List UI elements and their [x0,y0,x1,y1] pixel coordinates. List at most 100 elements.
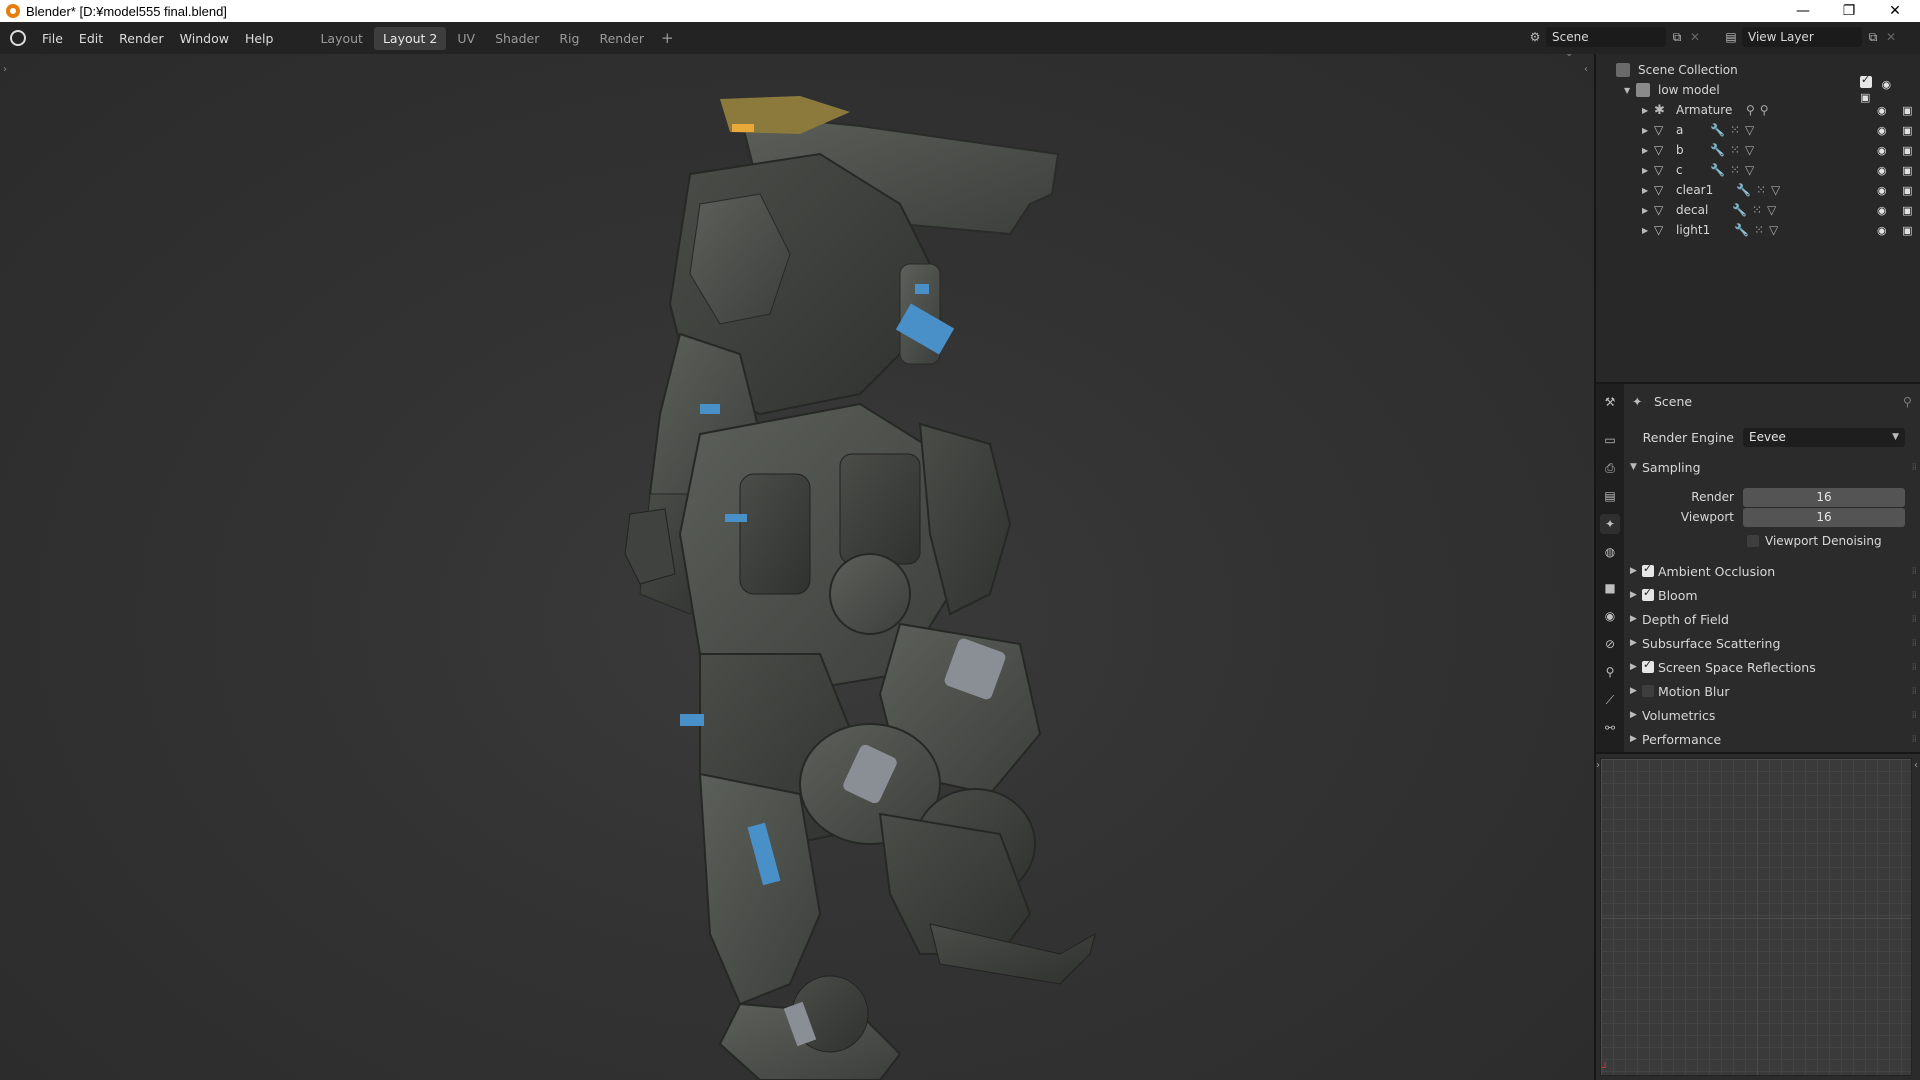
outliner-collection-low-model[interactable]: ▼ low model ◉ ▣ [1596,73,1920,104]
tool-tab-icon[interactable]: ⚒ [1600,392,1620,412]
drag-handle-icon[interactable]: ⁞⁞ [1912,614,1917,625]
drag-handle-icon[interactable]: ⁞⁞ [1912,734,1917,745]
grid-canvas[interactable] [1600,758,1912,1076]
render-samples-field[interactable]: 16 [1743,487,1905,507]
render-tab-icon[interactable]: ▭ [1600,430,1620,450]
visibility-icons[interactable]: ◉ ▣ [1877,224,1919,237]
expand-triangle-icon[interactable]: ▶ [1642,186,1648,195]
tab-rig[interactable]: Rig [550,27,588,50]
expand-triangle-icon[interactable]: ▶ [1630,590,1637,600]
panel-motion-blur[interactable]: ▶ Motion Blur ⁞⁞ [1624,680,1920,702]
minimize-button[interactable]: — [1780,0,1826,22]
pin-icon[interactable]: ⚲ [1903,394,1912,409]
drag-handle-icon[interactable]: ⁞⁞ [1912,662,1917,673]
object-data-tab-icon[interactable]: ⚲ [1600,662,1620,682]
menu-edit[interactable]: Edit [71,28,111,49]
outliner-item-b[interactable]: ▶ ▽ b 🔧⁙▽ ◉ ▣ [1596,140,1920,160]
drag-handle-icon[interactable]: ⁞⁞ [1912,590,1917,601]
visibility-icons[interactable]: ◉ ▣ [1877,204,1919,217]
panel-volumetrics[interactable]: ▶ Volumetrics ⁞⁞ [1624,704,1920,726]
bloom-checkbox[interactable] [1642,586,1654,601]
remove-scene-icon[interactable]: ✕ [1688,27,1702,47]
menu-render[interactable]: Render [111,28,172,49]
close-button[interactable]: ✕ [1872,0,1918,22]
bone-tab-icon[interactable]: ⟋ [1600,690,1620,710]
toolbar-expand-icon[interactable]: › [1596,760,1600,771]
new-view-layer-icon[interactable]: ⧉ [1862,27,1884,47]
panel-ambient-occlusion[interactable]: ▶ Ambient Occlusion ⁞⁞ [1624,560,1920,582]
collapse-triangle-icon[interactable]: ▼ [1630,462,1637,472]
drag-handle-icon[interactable]: ⁞⁞ [1912,686,1917,697]
armature-data-icons[interactable]: ⚲⚲ [1746,103,1774,117]
expand-triangle-icon[interactable]: ▶ [1642,146,1648,155]
drag-handle-icon[interactable]: ⁞⁞ [1912,710,1917,721]
visibility-icons[interactable]: ◉ ▣ [1877,184,1919,197]
visibility-icons[interactable]: ◉ ▣ [1877,164,1919,177]
modifier-icons[interactable]: 🔧⁙▽ [1734,223,1783,237]
outliner-item-light1[interactable]: ▶ ▽ light1 🔧⁙▽ ◉ ▣ [1596,220,1920,240]
remove-view-layer-icon[interactable]: ✕ [1884,27,1898,47]
view-layer-icon[interactable]: ▤ [1720,27,1742,47]
bone-constraint-tab-icon[interactable]: ⚯ [1600,718,1620,738]
menu-window[interactable]: Window [172,28,237,49]
modifier-icons[interactable]: 🔧⁙▽ [1732,203,1781,217]
outliner-item-armature[interactable]: ▶ ✱ Armature ⚲⚲ ◉ ▣ [1596,100,1920,120]
expand-triangle-icon[interactable]: ▶ [1630,638,1637,648]
expand-triangle-icon[interactable]: ▶ [1630,686,1637,696]
modifier-icons[interactable]: 🔧⁙▽ [1736,183,1785,197]
outliner-item-c[interactable]: ▶ ▽ c 🔧⁙▽ ◉ ▣ [1596,160,1920,180]
drag-handle-icon[interactable]: ⁞⁞ [1912,462,1917,473]
tab-shader[interactable]: Shader [486,27,548,50]
expand-triangle-icon[interactable]: ▶ [1642,126,1648,135]
viewport-samples-field[interactable]: 16 [1743,507,1905,527]
drag-handle-icon[interactable]: ⁞⁞ [1912,638,1917,649]
view-layer-name-field[interactable]: View Layer [1742,27,1862,47]
add-workspace-button[interactable]: + [655,29,680,47]
render-engine-select[interactable]: Eevee ▼ [1743,427,1905,447]
expand-triangle-icon[interactable]: ▶ [1630,662,1637,672]
blender-logo-icon[interactable] [10,30,26,46]
object-tab-icon[interactable]: ■ [1600,578,1620,598]
physics-tab-icon[interactable]: ◉ [1600,606,1620,626]
expand-triangle-icon[interactable]: ▶ [1630,734,1637,744]
panel-subsurface-scattering[interactable]: ▶ Subsurface Scattering ⁞⁞ [1624,632,1920,654]
menu-help[interactable]: Help [237,28,282,49]
drag-handle-icon[interactable]: ⁞⁞ [1912,566,1917,577]
ambient-occlusion-checkbox[interactable] [1642,562,1654,577]
outliner-item-a[interactable]: ▶ ▽ a 🔧⁙▽ ◉ ▣ [1596,120,1920,140]
expand-triangle-icon[interactable]: ▶ [1630,710,1637,720]
modifier-icons[interactable]: 🔧⁙▽ [1710,163,1759,177]
tab-layout[interactable]: Layout [311,27,372,50]
tab-render[interactable]: Render [590,27,653,50]
3d-viewport[interactable]: › ‹ ⌄ [0,54,1594,1080]
panel-bloom[interactable]: ▶ Bloom ⁞⁞ [1624,584,1920,606]
expand-triangle-icon[interactable]: ▶ [1642,166,1648,175]
world-tab-icon[interactable]: ◍ [1600,542,1620,562]
view-layer-tab-icon[interactable]: ▤ [1600,486,1620,506]
expand-triangle-icon[interactable]: ▶ [1630,614,1637,624]
outliner-item-decal[interactable]: ▶ ▽ decal 🔧⁙▽ ◉ ▣ [1596,200,1920,220]
new-scene-icon[interactable]: ⧉ [1666,27,1688,47]
expand-triangle-icon[interactable]: ▶ [1642,206,1648,215]
panel-depth-of-field[interactable]: ▶ Depth of Field ⁞⁞ [1624,608,1920,630]
modifier-icons[interactable]: 🔧⁙▽ [1710,123,1759,137]
panel-performance[interactable]: ▶ Performance ⁞⁞ [1624,728,1920,750]
sidebar-expand-icon[interactable]: ‹ [1914,760,1918,771]
scene-name-field[interactable]: Scene [1546,27,1666,47]
scene-icon[interactable]: ⚙ [1524,27,1546,47]
maximize-button[interactable]: ❐ [1826,0,1872,22]
visibility-icons[interactable]: ◉ ▣ [1877,124,1919,137]
visibility-icons[interactable]: ◉ ▣ [1877,104,1919,117]
ssr-checkbox[interactable] [1642,658,1654,673]
viewport-denoising-row[interactable]: Viewport Denoising [1624,530,1920,552]
viewport-denoising-checkbox[interactable] [1747,535,1759,547]
exclude-checkbox[interactable] [1860,73,1876,88]
expand-triangle-icon[interactable]: ▶ [1642,106,1648,115]
tab-layout-2[interactable]: Layout 2 [373,26,447,50]
output-tab-icon[interactable]: ⎙ [1600,458,1620,478]
scene-tab-icon[interactable]: ✦ [1600,514,1620,534]
modifier-icons[interactable]: 🔧⁙▽ [1710,143,1759,157]
expand-triangle-icon[interactable]: ▶ [1630,566,1637,576]
motion-blur-checkbox[interactable] [1642,685,1654,697]
expand-triangle-icon[interactable]: ▼ [1624,86,1630,95]
